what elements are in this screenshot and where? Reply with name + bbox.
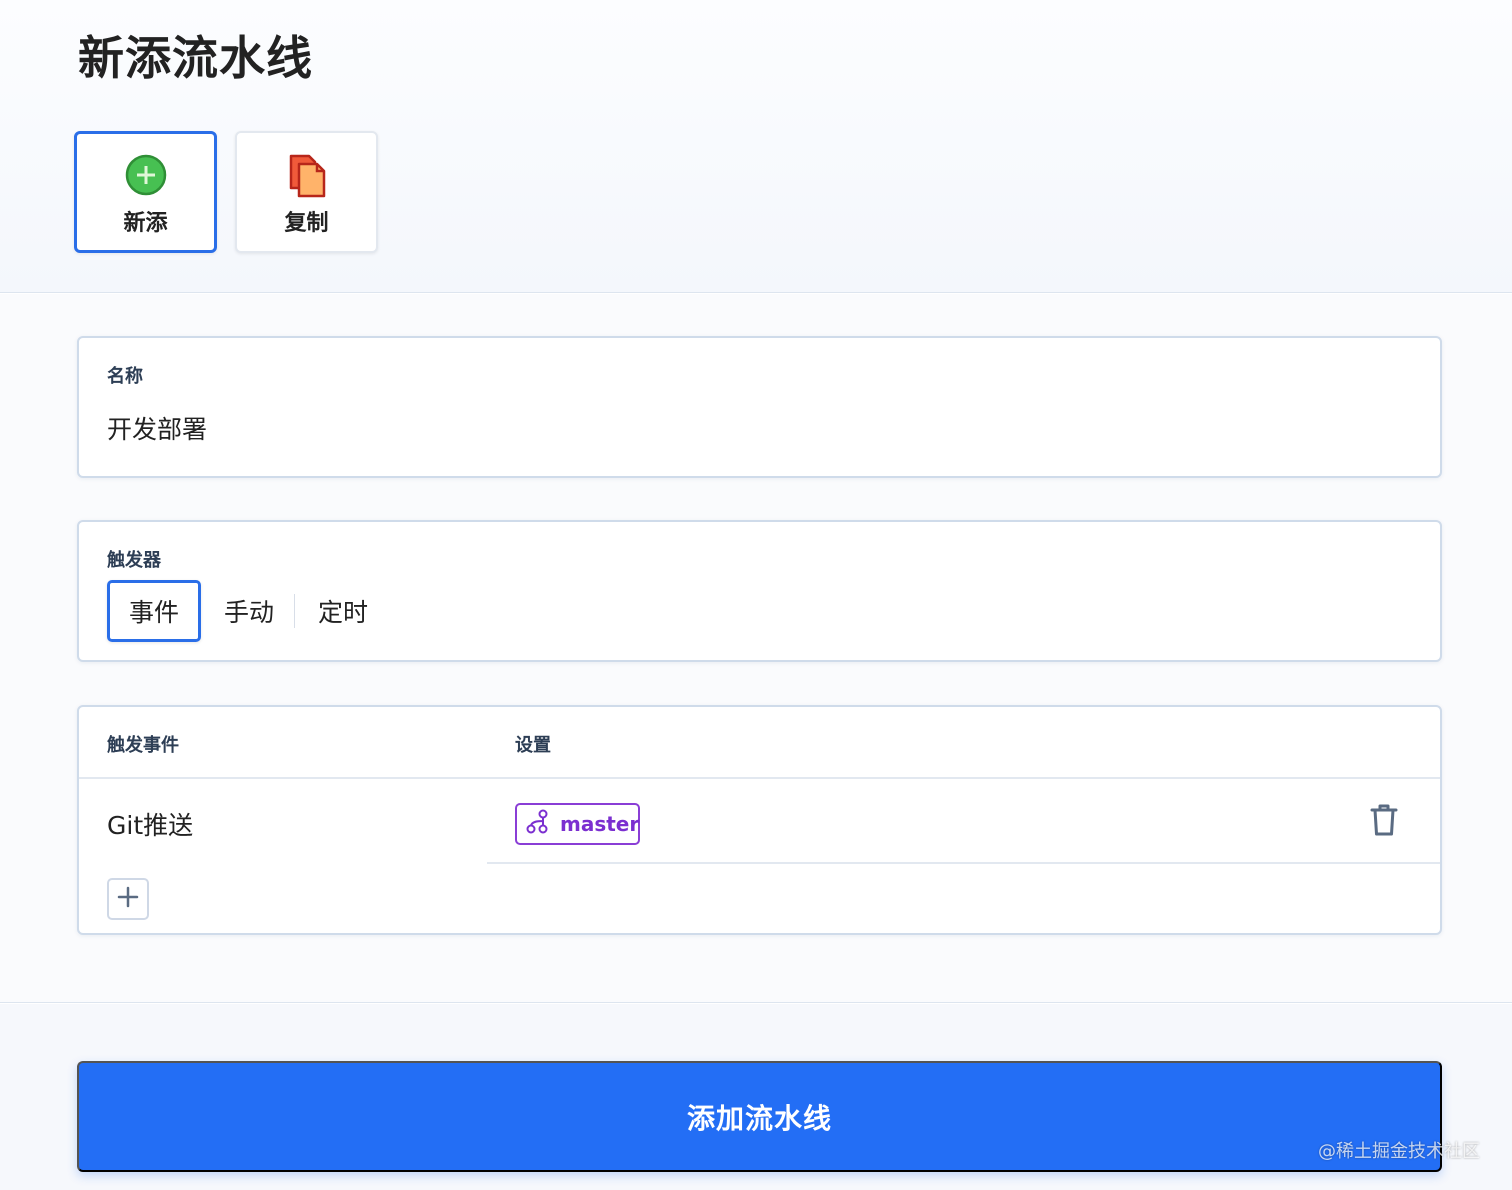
- branch-chip[interactable]: master: [515, 803, 640, 845]
- mode-option-label: 新添: [123, 211, 168, 236]
- header-divider: [79, 777, 1440, 779]
- trigger-option-schedule[interactable]: 定时: [301, 580, 385, 642]
- copy-documents-icon: [285, 151, 329, 199]
- trigger-panel: 触发器 事件 手动 定时: [77, 520, 1442, 662]
- column-header-event: 触发事件: [107, 735, 179, 756]
- watermark: @稀土掘金技术社区: [1318, 1141, 1480, 1162]
- mode-option-copy[interactable]: 复制: [235, 131, 378, 253]
- name-label: 名称: [107, 366, 143, 387]
- add-pipeline-button[interactable]: 添加流水线: [77, 1061, 1442, 1172]
- plus-icon: [116, 885, 140, 913]
- mode-option-label: 复制: [284, 211, 329, 236]
- segment-divider: [294, 594, 295, 628]
- branch-name: master: [560, 812, 640, 836]
- trigger-option-event[interactable]: 事件: [107, 580, 201, 642]
- page-title: 新添流水线: [78, 31, 313, 85]
- row-divider-gap: [79, 862, 487, 864]
- git-branch-icon: [526, 809, 552, 840]
- event-name: Git推送: [107, 811, 194, 840]
- mode-option-new[interactable]: 新添: [74, 131, 217, 253]
- header-area: 新添流水线 新添 复制: [0, 0, 1512, 293]
- name-input[interactable]: 开发部署: [107, 410, 207, 446]
- name-panel: 名称 开发部署: [77, 336, 1442, 478]
- add-event-button[interactable]: [107, 878, 149, 920]
- row-divider: [487, 862, 1440, 864]
- trash-icon[interactable]: [1369, 802, 1399, 838]
- plus-circle-icon: [124, 151, 168, 199]
- trigger-label: 触发器: [107, 550, 161, 571]
- trigger-option-manual[interactable]: 手动: [207, 580, 291, 642]
- events-table: 触发事件 设置 Git推送 master: [77, 705, 1442, 935]
- column-header-settings: 设置: [515, 735, 551, 756]
